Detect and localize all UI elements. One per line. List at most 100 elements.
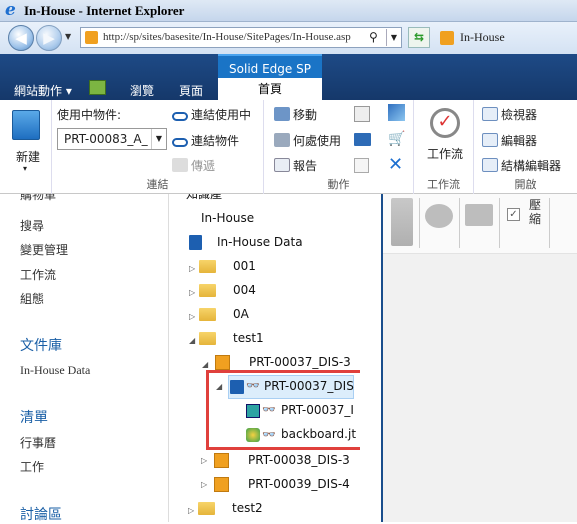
link-group-label: 連結 <box>146 178 169 191</box>
site-favicon-icon <box>85 31 98 44</box>
history-dropdown-icon[interactable]: ▼ <box>65 32 71 41</box>
where-used-icon <box>274 133 290 147</box>
tab-browse[interactable]: 瀏覽 <box>130 82 154 99</box>
tab-favicon-icon <box>440 31 454 45</box>
document-icon <box>215 355 230 370</box>
tree-folder-001[interactable]: 001 <box>233 259 256 273</box>
workflow-button[interactable]: 工作流 <box>427 145 463 162</box>
toolbar-separator <box>499 198 500 248</box>
share-icon[interactable] <box>465 204 493 226</box>
used-in-object-combo[interactable]: PRT-00083_A_ ▼ <box>57 128 167 150</box>
tab-home[interactable]: 首頁 <box>218 78 322 100</box>
new-group: 新建 ▾ <box>0 100 52 194</box>
document-icon <box>214 453 229 468</box>
tree-folder-004[interactable]: 004 <box>233 283 256 297</box>
expand-arrow-icon[interactable]: ▷ <box>189 312 195 321</box>
structure-editor-button[interactable]: 結構編輯器 <box>482 157 561 174</box>
tree-doc-prt-00039[interactable]: PRT-00039_DIS-4 <box>248 477 350 491</box>
tree-folder-test1[interactable]: test1 <box>233 331 264 345</box>
new-button[interactable]: 新建 <box>16 148 40 165</box>
library-icon <box>189 235 202 250</box>
settings-icon[interactable] <box>425 204 453 228</box>
compress-label: 壓縮 <box>529 198 542 226</box>
workflow-icon[interactable]: ✓ <box>430 108 460 138</box>
collapse-arrow-icon[interactable]: ◢ <box>202 360 208 369</box>
library-tree: 知識產 In-House In-House Data ▷ 001 ▷ 004 ▷… <box>168 194 360 522</box>
structure-tree-icon[interactable] <box>391 198 413 246</box>
download-icon[interactable] <box>354 158 369 173</box>
open-group: 檢視器 編輯器 結構編輯器 開啟 <box>474 100 577 194</box>
email-icon[interactable] <box>354 133 371 146</box>
tab-page[interactable]: 頁面 <box>179 82 203 99</box>
toolbar-separator <box>549 198 550 248</box>
open-group-label: 開啟 <box>514 178 537 191</box>
expand-arrow-icon[interactable]: ▷ <box>201 480 207 489</box>
nav-item-cart[interactable]: 購物車 <box>20 194 56 202</box>
add-to-cart-icon[interactable]: 🛒 <box>388 131 405 147</box>
action-group-label: 動作 <box>327 178 350 191</box>
viewer-toolbar: ✓ 壓縮 <box>383 194 577 254</box>
link-used-button[interactable]: 連結使用中 <box>172 106 251 123</box>
editor-icon <box>482 133 498 147</box>
nav-item-configuration[interactable]: 組態 <box>20 290 44 307</box>
link-group: 使用中物件: PRT-00083_A_ ▼ 連結使用中 連結物件 傳遞 連結 <box>52 100 264 194</box>
workflow-group-label: 工作流 <box>427 178 460 191</box>
site-actions-menu[interactable]: 網站動作 ▾ <box>14 82 72 99</box>
cube-icon[interactable] <box>388 104 405 121</box>
tree-folder-test2[interactable]: test2 <box>232 501 263 515</box>
toolbar-separator <box>419 198 420 248</box>
structure-editor-icon <box>482 158 498 172</box>
pass-back-button[interactable]: 傳遞 <box>172 157 215 174</box>
nav-item-search[interactable]: 搜尋 <box>20 217 44 234</box>
collapse-arrow-icon[interactable]: ◢ <box>189 336 195 345</box>
window-titlebar: e In-House - Internet Explorer <box>0 0 577 22</box>
nav-header-document-libraries[interactable]: 文件庫 <box>20 335 62 355</box>
folder-icon <box>198 502 215 515</box>
viewer-button[interactable]: 檢視器 <box>482 106 537 123</box>
back-button[interactable]: ◀ <box>8 25 34 51</box>
url-dropdown-icon[interactable]: ▼ <box>386 29 401 46</box>
nav-item-calendar[interactable]: 行事曆 <box>20 434 56 451</box>
url-field[interactable]: http://sp/sites/basesite/In-House/SitePa… <box>80 27 402 48</box>
properties-icon[interactable] <box>354 106 370 122</box>
where-used-button[interactable]: 何處使用 <box>274 132 341 149</box>
tree-item-partial[interactable]: 知識產 <box>186 194 222 200</box>
nav-item-inhouse-data[interactable]: In-House Data <box>20 363 90 378</box>
tree-doc-prt-00037-dis-3[interactable]: PRT-00037_DIS-3 <box>249 355 351 369</box>
search-icon[interactable]: ⚲ <box>369 30 378 44</box>
nav-item-tasks[interactable]: 工作 <box>20 458 44 475</box>
tree-doc-prt-00038[interactable]: PRT-00038_DIS-3 <box>248 453 350 467</box>
quick-launch: 購物車 搜尋 變更管理 工作流 組態 文件庫 In-House Data 清單 … <box>0 194 168 524</box>
window-title: In-House - Internet Explorer <box>24 3 185 18</box>
expand-arrow-icon[interactable]: ▷ <box>189 264 195 273</box>
new-dropdown-icon[interactable]: ▾ <box>23 164 27 173</box>
report-button[interactable]: 報告 <box>274 157 317 174</box>
browser-tab[interactable]: In-House <box>460 30 505 45</box>
expand-arrow-icon[interactable]: ▷ <box>189 288 195 297</box>
nav-item-change-management[interactable]: 變更管理 <box>20 241 68 258</box>
edit-page-icon[interactable] <box>89 80 106 95</box>
new-folder-icon <box>12 110 40 140</box>
tree-root[interactable]: In-House <box>201 211 254 225</box>
compress-checkbox[interactable]: ✓ <box>507 208 520 221</box>
expand-arrow-icon[interactable]: ▷ <box>188 506 194 515</box>
ribbon: 新建 ▾ 使用中物件: PRT-00083_A_ ▼ 連結使用中 連結物件 傳遞 … <box>0 100 577 194</box>
link-icon <box>172 112 188 121</box>
delete-icon[interactable]: ✕ <box>388 154 403 175</box>
move-button[interactable]: 移動 <box>274 106 317 123</box>
chevron-down-icon[interactable]: ▼ <box>151 129 166 149</box>
action-group: 移動 何處使用 報告 🛒 ✕ 動作 <box>264 100 414 194</box>
expand-arrow-icon[interactable]: ▷ <box>201 456 207 465</box>
nav-header-discussions[interactable]: 討論區 <box>20 504 62 524</box>
cart-icon <box>172 158 188 172</box>
forward-button[interactable]: ▶ <box>36 25 62 51</box>
nav-item-workflow[interactable]: 工作流 <box>20 266 56 283</box>
report-icon <box>274 158 290 172</box>
link-object-button[interactable]: 連結物件 <box>172 132 239 149</box>
editor-button[interactable]: 編輯器 <box>482 132 537 149</box>
refresh-button[interactable]: ⇆ <box>408 27 430 48</box>
folder-icon <box>199 260 216 273</box>
tree-folder-0a[interactable]: 0A <box>233 307 249 321</box>
nav-header-lists[interactable]: 清單 <box>20 407 48 427</box>
tree-library[interactable]: In-House Data <box>217 235 303 249</box>
